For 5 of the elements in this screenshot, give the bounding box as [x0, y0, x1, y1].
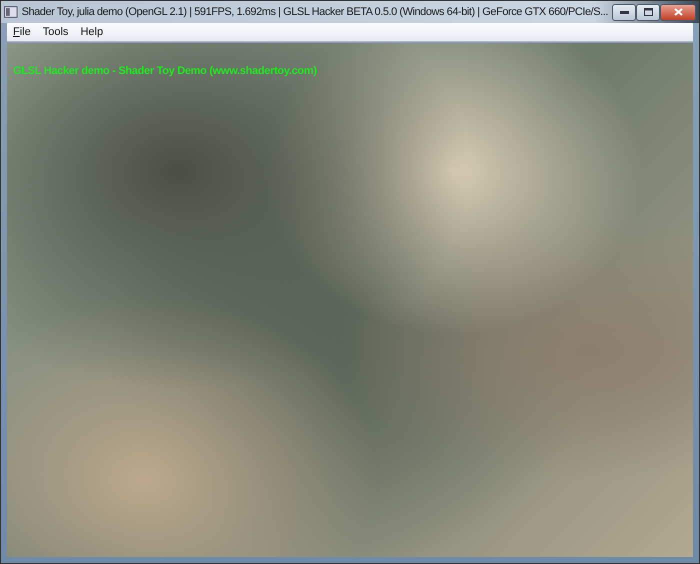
- menu-item[interactable]: Help: [74, 24, 110, 40]
- overlay-text: GLSL Hacker demo - Shader Toy Demo (www.shadertoy.com): [13, 64, 317, 79]
- window-title: Shader Toy, julia demo (OpenGL 2.1) | 591FPS, 1.692ms | GLSL Hacker BETA 0.5.0 (Windows 64-bit) | GeForce GTX 660/PCIe/S...: [22, 4, 608, 20]
- menu-item[interactable]: File: [7, 24, 37, 40]
- menu-item[interactable]: Tools: [36, 24, 74, 40]
